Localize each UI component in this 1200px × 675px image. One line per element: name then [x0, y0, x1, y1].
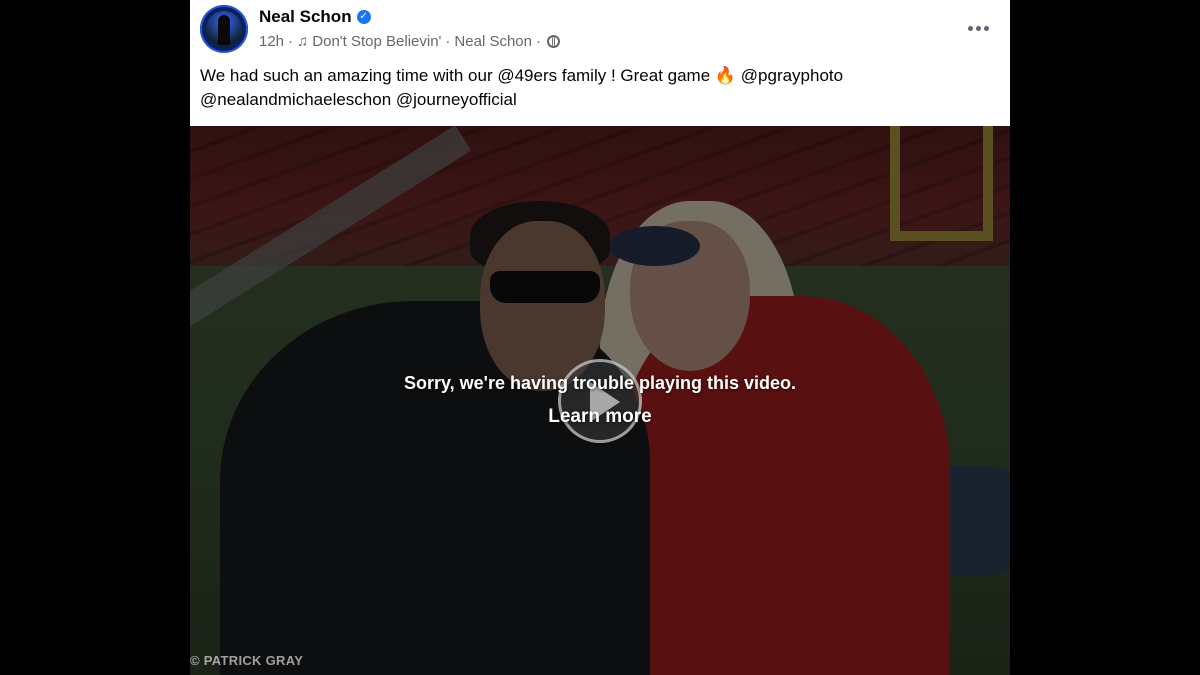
play-button[interactable]	[558, 359, 642, 443]
learn-more-link[interactable]: Learn more	[190, 406, 1010, 428]
more-options-button[interactable]	[964, 14, 992, 42]
more-options-icon	[983, 25, 989, 31]
music-note-icon: ♫	[297, 33, 309, 50]
verified-badge-icon: ✓	[356, 10, 371, 24]
post-card: Neal Schon ✓ 12h · ♫ Don't Stop Believin…	[190, 0, 1010, 675]
post-header: Neal Schon ✓ 12h · ♫ Don't Stop Believin…	[190, 0, 1010, 60]
caption-line-2: @nealandmichaeleschon @journeyofficial	[200, 90, 517, 109]
post-caption: We had such an amazing time with our @49…	[200, 64, 1000, 112]
avatar[interactable]	[200, 5, 248, 53]
author-name[interactable]: Neal Schon	[259, 7, 352, 27]
globe-icon[interactable]	[546, 35, 560, 48]
song-artist[interactable]: Neal Schon	[454, 33, 532, 50]
more-options-icon	[975, 25, 981, 31]
post-timestamp[interactable]: 12h	[259, 33, 284, 50]
meta-separator: ·	[535, 33, 541, 50]
meta-separator: ·	[445, 33, 451, 50]
video-player[interactable]: Sorry, we're having trouble playing this…	[190, 126, 1010, 675]
photo-watermark: © PATRICK GRAY	[190, 653, 304, 668]
avatar-figure	[218, 15, 230, 45]
meta-separator: ·	[288, 33, 294, 50]
more-options-icon	[967, 25, 973, 31]
song-title[interactable]: Don't Stop Believin'	[312, 33, 441, 50]
post-meta: 12h · ♫ Don't Stop Believin' · Neal Scho…	[259, 33, 560, 50]
author-row: Neal Schon ✓	[259, 7, 371, 27]
caption-line-1: We had such an amazing time with our @49…	[200, 66, 844, 85]
video-error-message: Sorry, we're having trouble playing this…	[403, 373, 797, 393]
